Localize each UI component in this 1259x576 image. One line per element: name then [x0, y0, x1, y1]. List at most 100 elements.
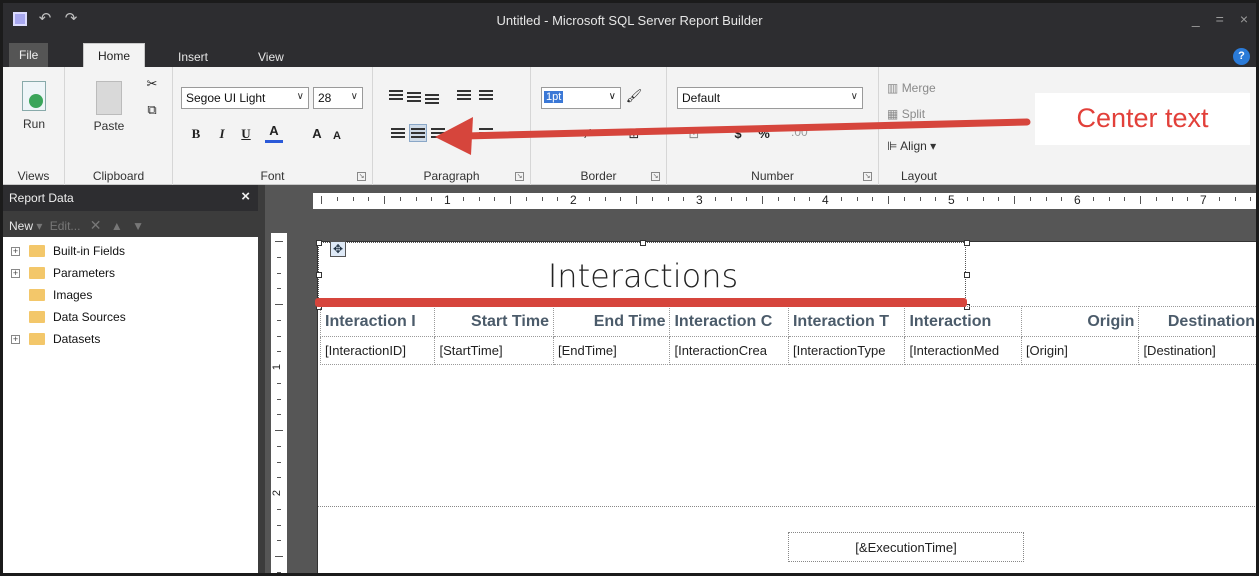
detail-cell[interactable]: [InteractionType: [787, 336, 906, 365]
currency-button[interactable]: $: [729, 125, 747, 143]
tree-item[interactable]: + Datasets: [3, 331, 258, 353]
align-middle-icon[interactable]: [405, 89, 423, 107]
edit-button[interactable]: Edit...: [50, 219, 81, 233]
header-cell[interactable]: Origin: [1020, 306, 1140, 337]
grow-font-button[interactable]: A: [308, 125, 326, 143]
header-cell[interactable]: Interaction I: [319, 306, 436, 337]
run-button[interactable]: Run: [15, 81, 53, 131]
number-format-select[interactable]: Default ∨: [677, 87, 863, 109]
delete-icon[interactable]: ✕: [90, 217, 102, 233]
number-dialog-launcher-icon[interactable]: ↘: [863, 172, 872, 181]
shrink-font-button[interactable]: A: [328, 127, 346, 145]
align-center-icon[interactable]: [409, 124, 427, 142]
border-style-icon[interactable]: ⁄: [579, 125, 597, 143]
ruler-tick: [714, 197, 716, 201]
execution-time-textbox[interactable]: [&ExecutionTime]: [788, 532, 1024, 562]
align-button[interactable]: ⊫ Align ▾: [887, 139, 936, 153]
align-label: Align: [900, 139, 927, 153]
tree-item[interactable]: + Built-in Fields: [3, 243, 258, 265]
move-handle-icon[interactable]: ✥: [330, 241, 346, 257]
resize-handle[interactable]: [964, 240, 970, 246]
close-icon[interactable]: ×: [241, 188, 250, 205]
font-size-select[interactable]: 28 ∨: [313, 87, 363, 109]
run-icon: [22, 81, 46, 111]
increase-indent-icon[interactable]: [477, 87, 495, 105]
split-button[interactable]: ▦ Split: [887, 107, 925, 121]
move-up-icon[interactable]: ▲: [111, 219, 123, 233]
tab-file[interactable]: File: [9, 43, 49, 67]
expand-icon[interactable]: +: [11, 247, 20, 256]
report-title[interactable]: Interactions: [319, 257, 967, 295]
ruler-tick: [525, 197, 527, 201]
help-icon[interactable]: ?: [1233, 48, 1250, 65]
move-down-icon[interactable]: ▼: [132, 219, 144, 233]
detail-cell[interactable]: [Destination]: [1138, 336, 1256, 365]
resize-handle[interactable]: [316, 240, 322, 246]
align-left-icon[interactable]: [389, 125, 407, 143]
numbering-icon[interactable]: [477, 125, 495, 143]
header-cell[interactable]: End Time: [552, 306, 671, 337]
paragraph-dialog-launcher-icon[interactable]: ↘: [515, 172, 524, 181]
new-button[interactable]: New: [9, 219, 33, 233]
panel-splitter[interactable]: [258, 185, 265, 573]
header-cell[interactable]: Interaction T: [787, 306, 906, 337]
ruler-tick: [277, 382, 281, 384]
header-cell[interactable]: Destination: [1138, 306, 1256, 337]
detail-cell[interactable]: [Origin]: [1020, 336, 1140, 365]
detail-cell[interactable]: [StartTime]: [434, 336, 554, 365]
border-dialog-launcher-icon[interactable]: ↘: [651, 172, 660, 181]
italic-button[interactable]: I: [213, 125, 231, 143]
report-canvas[interactable]: ✥ Interactions Interaction I Start Time En…: [316, 240, 1256, 573]
detail-cell[interactable]: [InteractionMed: [904, 336, 1022, 365]
expand-icon[interactable]: +: [11, 269, 20, 278]
minimize-icon[interactable]: _: [1192, 11, 1200, 27]
detail-cell[interactable]: [EndTime]: [552, 336, 671, 365]
ruler-tick: [277, 414, 281, 416]
report-table[interactable]: Interaction I Start Time End Time Interacti…: [319, 306, 1256, 365]
ruler-tick: [431, 197, 433, 201]
bold-button[interactable]: B: [187, 125, 205, 143]
group-clipboard: Paste ✂ ⧉ Clipboard: [65, 67, 173, 185]
underline-button[interactable]: U: [237, 125, 255, 143]
align-top-icon[interactable]: [387, 87, 405, 105]
maximize-icon[interactable]: =: [1216, 11, 1224, 27]
font-dialog-launcher-icon[interactable]: ↘: [357, 172, 366, 181]
border-color-icon[interactable]: 🖌: [625, 87, 643, 105]
ruler-tick: [1250, 197, 1252, 201]
tab-home[interactable]: Home: [83, 43, 146, 67]
header-cell[interactable]: Start Time: [434, 306, 554, 337]
paste-button[interactable]: Paste: [87, 81, 131, 133]
detail-cell[interactable]: [InteractionID]: [319, 336, 436, 365]
group-label-paragraph: Paragraph: [423, 169, 480, 183]
expand-icon[interactable]: +: [11, 335, 20, 344]
bullets-icon[interactable]: [455, 125, 473, 143]
header-cell[interactable]: Interaction C: [669, 306, 789, 337]
title-bar: ↶ ↷ Untitled - Microsoft SQL Server Repo…: [3, 3, 1256, 39]
percent-button[interactable]: %: [755, 125, 773, 143]
detail-cell[interactable]: [InteractionCrea: [669, 336, 789, 365]
header-cell[interactable]: Interaction: [904, 306, 1022, 337]
tree-item[interactable]: Data Sources: [3, 309, 258, 331]
borders-icon[interactable]: ⊞: [625, 125, 643, 143]
title-textbox[interactable]: ✥ Interactions: [316, 240, 970, 310]
ruler-tick: [494, 197, 496, 201]
placeholder-icon[interactable]: ⊡: [685, 125, 703, 143]
resize-handle[interactable]: [640, 240, 646, 246]
new-dropdown-icon[interactable]: ▾: [36, 219, 42, 233]
tab-insert[interactable]: Insert: [168, 47, 218, 67]
align-right-icon[interactable]: [429, 125, 447, 143]
tab-view[interactable]: View: [248, 47, 294, 67]
font-color-button[interactable]: A: [265, 123, 283, 143]
ruler-mark: 2: [271, 489, 284, 497]
font-family-select[interactable]: Segoe UI Light ∨: [181, 87, 309, 109]
decrease-indent-icon[interactable]: [455, 87, 473, 105]
align-bottom-icon[interactable]: [423, 91, 441, 109]
copy-icon[interactable]: ⧉: [143, 101, 161, 119]
cut-icon[interactable]: ✂: [143, 75, 161, 93]
tree-item[interactable]: Images: [3, 287, 258, 309]
decimal-places-icon[interactable]: .00: [791, 125, 808, 139]
tree-item[interactable]: + Parameters: [3, 265, 258, 287]
border-width-select[interactable]: 1pt ∨: [541, 87, 621, 109]
close-window-icon[interactable]: ×: [1240, 11, 1248, 27]
merge-button[interactable]: ▥ Merge: [887, 81, 936, 95]
